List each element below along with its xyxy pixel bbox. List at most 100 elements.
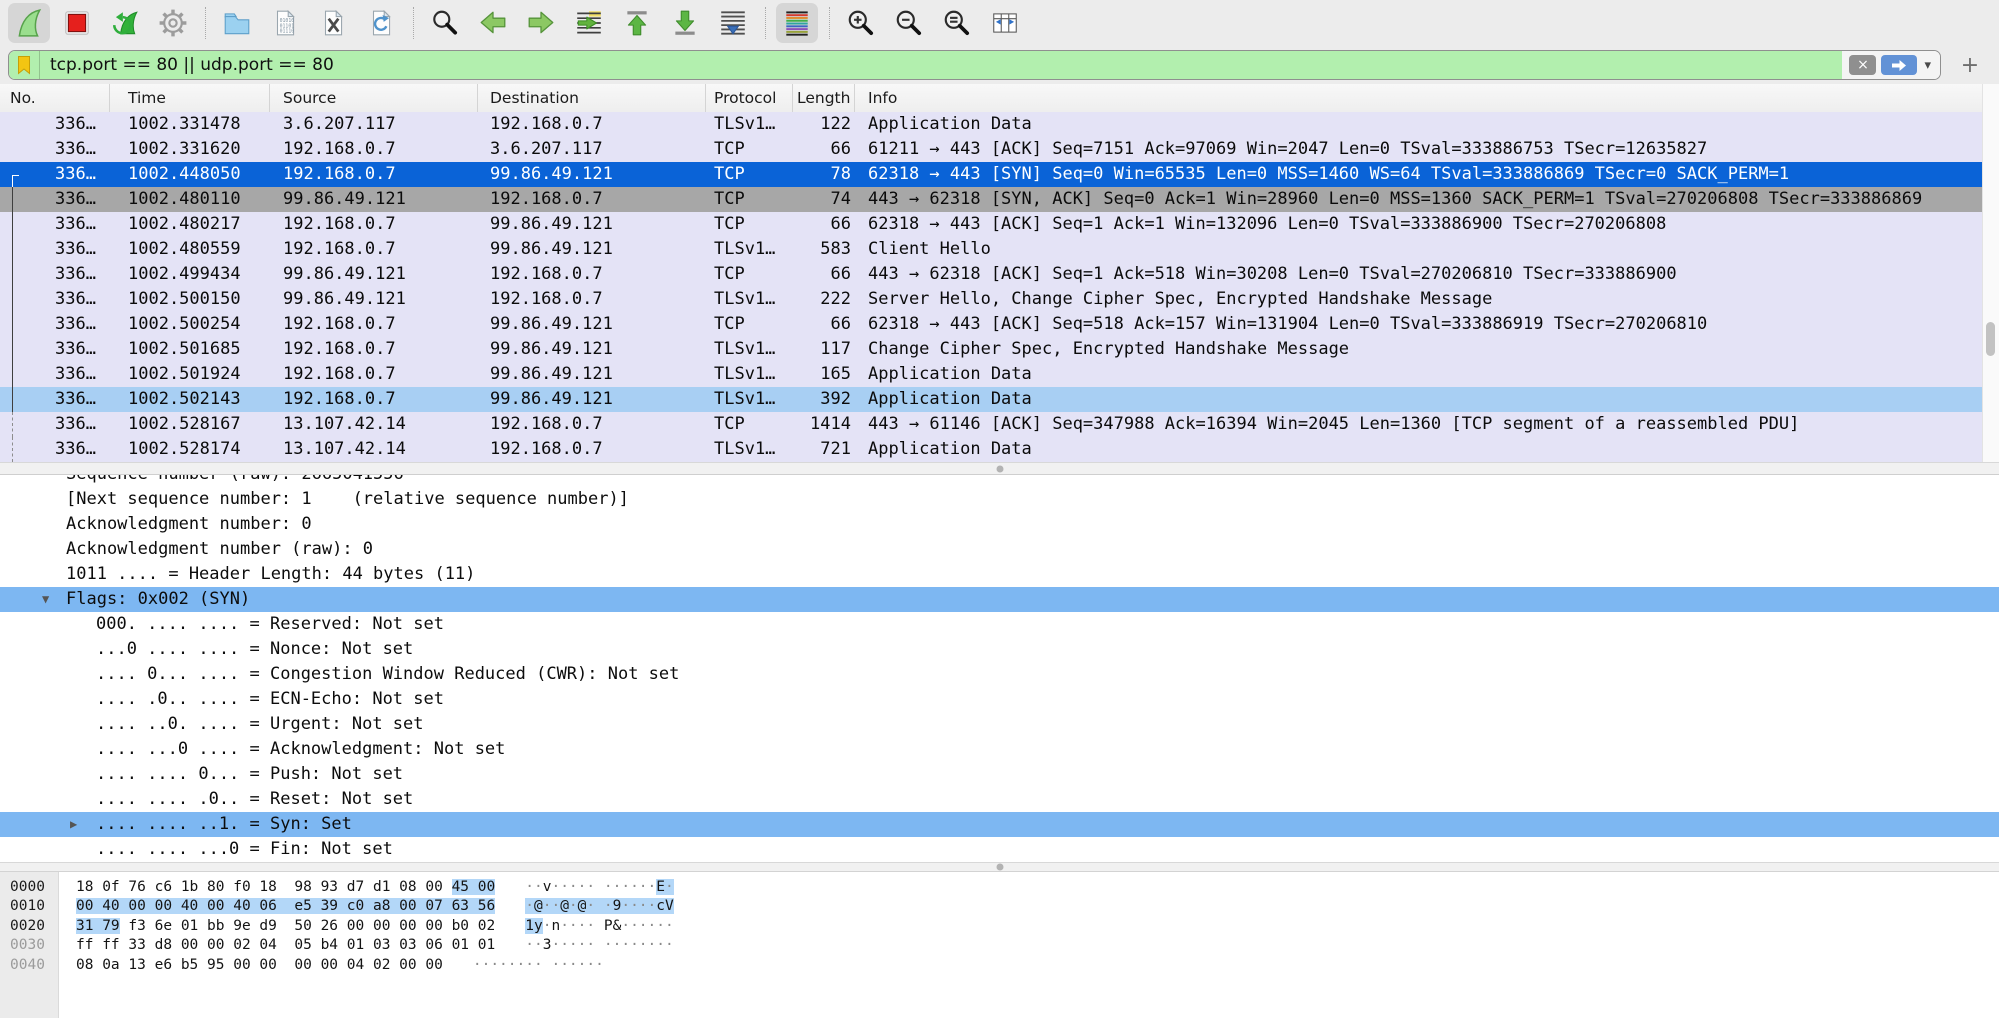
colorize-packets-button[interactable]	[776, 3, 818, 43]
go-to-bottom-button[interactable]	[664, 3, 706, 43]
conversation-mark-icon	[12, 175, 19, 188]
stop-capture-button[interactable]	[56, 3, 98, 43]
zoom-in-button[interactable]	[840, 3, 882, 43]
column-header-protocol[interactable]: Protocol	[706, 84, 793, 112]
detail-line[interactable]: ▼Flags: 0x002 (SYN)	[0, 587, 1999, 612]
hex-row[interactable]: 001000 40 00 00 40 00 40 06 e5 39 c0 a8 …	[0, 897, 1999, 916]
tree-expanded-icon[interactable]: ▼	[42, 587, 49, 612]
resize-columns-icon	[990, 8, 1020, 38]
hex-row[interactable]: 002031 79 f3 6e 01 bb 9e d9 50 26 00 00 …	[0, 917, 1999, 936]
start-capture-button[interactable]	[8, 3, 50, 43]
detail-line[interactable]: ...0 .... .... = Nonce: Not set	[0, 637, 1999, 662]
packet-row[interactable]: 336…1002.49943499.86.49.121192.168.0.7TC…	[0, 262, 1983, 287]
column-header-info[interactable]: Info	[855, 84, 1999, 112]
column-header-source[interactable]: Source	[270, 84, 478, 112]
packet-list-scrollbar[interactable]	[1982, 84, 1999, 462]
detail-line[interactable]: .... .0.. .... = ECN-Echo: Not set	[0, 687, 1999, 712]
packet-row[interactable]: 336…1002.52816713.107.42.14192.168.0.7TC…	[0, 412, 1983, 437]
detail-line[interactable]: .... .... 0... = Push: Not set	[0, 762, 1999, 787]
detail-line[interactable]: ▶.... .... ..1. = Syn: Set	[0, 812, 1999, 837]
pane-splitter-bottom[interactable]	[0, 862, 1999, 872]
capture-options-gear-icon	[158, 8, 188, 38]
hex-offset: 0000	[0, 878, 58, 897]
column-header-time[interactable]: Time	[110, 84, 270, 112]
detail-line[interactable]: .... .... ...0 = Fin: Not set	[0, 837, 1999, 862]
close-file-button[interactable]	[312, 3, 354, 43]
detail-line[interactable]: Acknowledgment number (raw): 0	[0, 537, 1999, 562]
packet-row[interactable]: 336…1002.480217192.168.0.799.86.49.121TC…	[0, 212, 1983, 237]
detail-line[interactable]: 1011 .... = Header Length: 44 bytes (11)	[0, 562, 1999, 587]
detail-line[interactable]: .... ..0. .... = Urgent: Not set	[0, 712, 1999, 737]
conversation-mark-icon	[12, 387, 19, 412]
go-forward-button[interactable]	[520, 3, 562, 43]
packet-list-header: No. Time Source Destination Protocol Len…	[0, 84, 1999, 113]
cell-destination: 192.168.0.7	[478, 187, 706, 212]
find-packet-button[interactable]	[424, 3, 466, 43]
restart-capture-button[interactable]	[104, 3, 146, 43]
hex-row[interactable]: 0000 18 0f 76 c6 1b 80 f0 18 98 93 d7 d1 …	[0, 878, 1999, 897]
cell-source: 3.6.207.117	[270, 112, 478, 137]
packet-row[interactable]: 336…1002.50015099.86.49.121192.168.0.7TL…	[0, 287, 1983, 312]
cell-source: 192.168.0.7	[270, 387, 478, 412]
zoom-100-button[interactable]	[936, 3, 978, 43]
go-to-packet-button[interactable]	[568, 3, 610, 43]
tree-collapsed-icon[interactable]: ▶	[70, 812, 77, 837]
detail-line[interactable]: 000. .... .... = Reserved: Not set	[0, 612, 1999, 637]
zoom-100-icon	[942, 8, 972, 38]
cell-length: 165	[793, 362, 855, 387]
filter-input[interactable]: tcp.port == 80 || udp.port == 80	[40, 55, 334, 75]
go-to-top-icon	[622, 8, 652, 38]
apply-filter-button[interactable]	[1881, 55, 1917, 75]
scrollbar-thumb[interactable]	[1986, 322, 1995, 356]
packet-row[interactable]: 336…1002.448050192.168.0.799.86.49.121TC…	[0, 162, 1983, 187]
splitter-handle-icon	[996, 864, 1003, 871]
display-filter-field[interactable]: tcp.port == 80 || udp.port == 80 × ▾	[8, 50, 1941, 80]
auto-scroll-button[interactable]	[712, 3, 754, 43]
column-header-length[interactable]: Length	[793, 84, 855, 112]
resize-columns-button[interactable]	[984, 3, 1026, 43]
go-to-top-button[interactable]	[616, 3, 658, 43]
cell-info: 61211 → 443 [ACK] Seq=7151 Ack=97069 Win…	[855, 137, 1983, 162]
hex-row[interactable]: 004008 0a 13 e6 b5 95 00 00 00 00 04 02 …	[0, 956, 1999, 975]
detail-line[interactable]: Acknowledgment number: 0	[0, 512, 1999, 537]
cell-time: 1002.480110	[110, 187, 270, 212]
open-file-button[interactable]	[216, 3, 258, 43]
packet-row[interactable]: 336…1002.480559192.168.0.799.86.49.121TL…	[0, 237, 1983, 262]
hex-ascii: ·@··@·@· ·9····cV	[525, 897, 673, 916]
go-back-button[interactable]	[472, 3, 514, 43]
wireshark-window: 01010 01101 01110	[0, 0, 1999, 1018]
filter-history-dropdown[interactable]: ▾	[1922, 58, 1933, 73]
zoom-out-button[interactable]	[888, 3, 930, 43]
packet-row[interactable]: 336…1002.331620192.168.0.73.6.207.117TCP…	[0, 137, 1983, 162]
hex-row[interactable]: 0030ff ff 33 d8 00 00 02 04 05 b4 01 03 …	[0, 936, 1999, 955]
zoom-out-icon	[894, 8, 924, 38]
stop-capture-icon	[62, 8, 92, 38]
add-filter-button[interactable]: +	[1955, 51, 1985, 79]
packet-row[interactable]: 336…1002.500254192.168.0.799.86.49.121TC…	[0, 312, 1983, 337]
cell-destination: 192.168.0.7	[478, 112, 706, 137]
detail-line[interactable]: [Next sequence number: 1 (relative seque…	[0, 487, 1999, 512]
detail-line[interactable]: .... ...0 .... = Acknowledgment: Not set	[0, 737, 1999, 762]
packet-row[interactable]: 336…1002.52817413.107.42.14192.168.0.7TL…	[0, 437, 1983, 462]
packet-row[interactable]: 336…1002.48011099.86.49.121192.168.0.7TC…	[0, 187, 1983, 212]
capture-options-button[interactable]	[152, 3, 194, 43]
svg-text:01101: 01101	[280, 23, 295, 29]
reload-file-button[interactable]	[360, 3, 402, 43]
packet-row[interactable]: 336…1002.502143192.168.0.799.86.49.121TL…	[0, 387, 1983, 412]
cell-length: 66	[793, 137, 855, 162]
packet-row[interactable]: 336…1002.501924192.168.0.799.86.49.121TL…	[0, 362, 1983, 387]
column-header-destination[interactable]: Destination	[478, 84, 706, 112]
save-file-button[interactable]: 01010 01101 01110	[264, 3, 306, 43]
packet-row[interactable]: 336…1002.3314783.6.207.117192.168.0.7TLS…	[0, 112, 1983, 137]
packet-row[interactable]: 336…1002.501685192.168.0.799.86.49.121TL…	[0, 337, 1983, 362]
detail-line[interactable]: .... .... .0.. = Reset: Not set	[0, 787, 1999, 812]
detail-line-text: .... .... .0.. = Reset: Not set	[96, 789, 413, 809]
detail-line[interactable]: Sequence number (raw): 2665041556	[0, 475, 1999, 487]
filter-bookmark-button[interactable]	[9, 51, 40, 79]
clear-filter-button[interactable]: ×	[1849, 55, 1876, 75]
cell-time: 1002.331478	[110, 112, 270, 137]
detail-line[interactable]: .... 0... .... = Congestion Window Reduc…	[0, 662, 1999, 687]
pane-splitter-top[interactable]	[0, 462, 1999, 475]
hex-bytes: 18 0f 76 c6 1b 80 f0 18 98 93 d7 d1 08 0…	[76, 878, 495, 897]
column-header-no[interactable]: No.	[0, 84, 110, 112]
